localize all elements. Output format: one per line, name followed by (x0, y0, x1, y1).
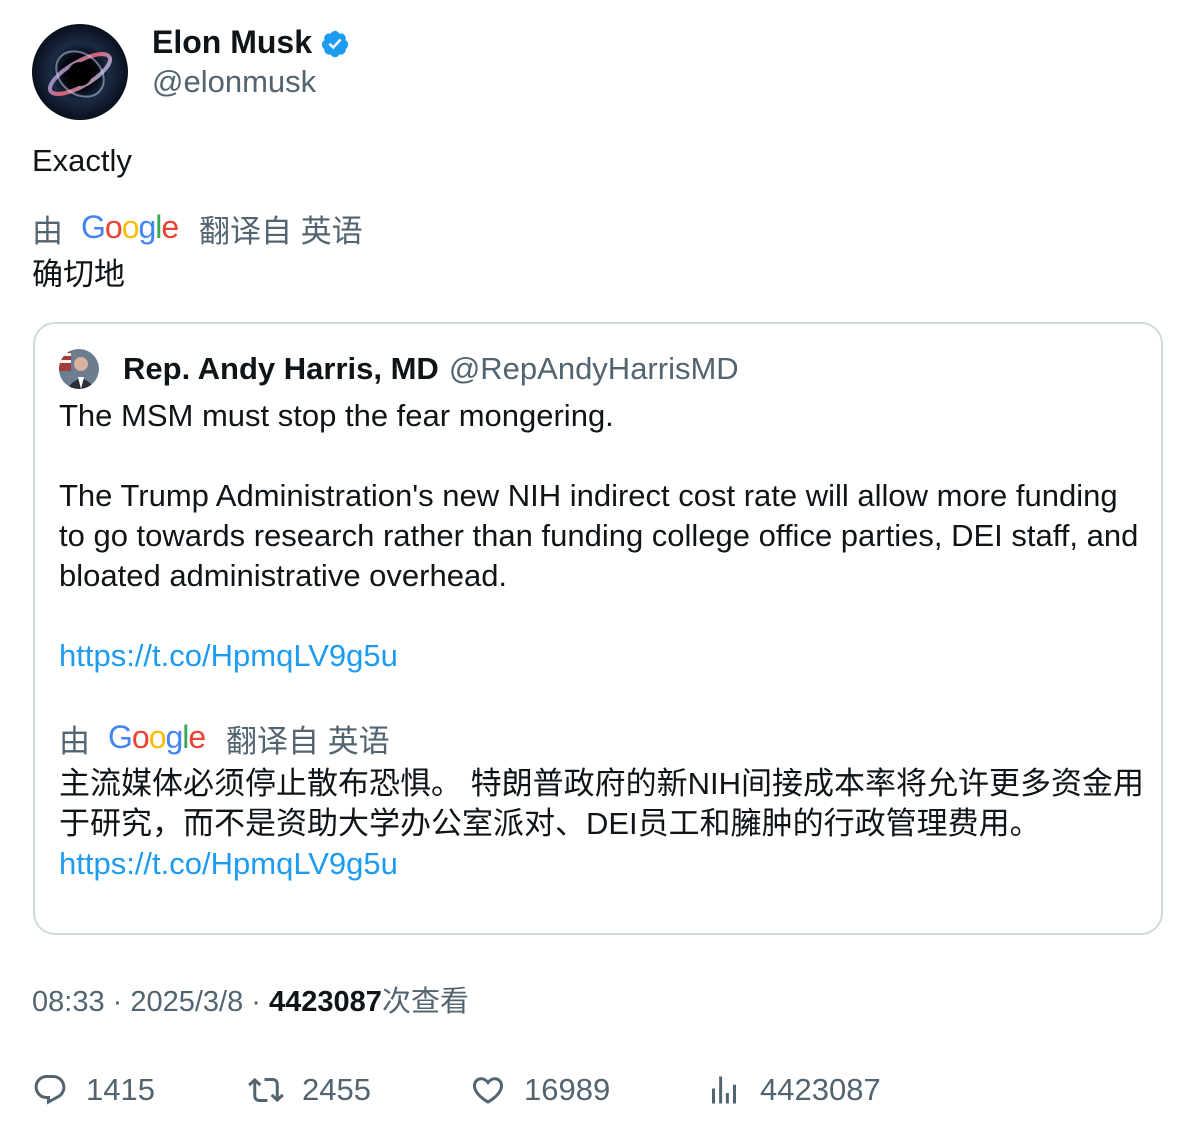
quoted-link[interactable]: https://t.co/HpmqLV9g5u (59, 636, 1139, 676)
quoted-translate-from-label[interactable]: 翻译自 英语 (226, 716, 390, 761)
quoted-tweet[interactable]: Rep. Andy Harris, MD @RepAndyHarrisMD Th… (33, 322, 1163, 935)
quoted-author-avatar (59, 349, 99, 389)
view-count-suffix: 次查看 (381, 986, 469, 1018)
tweet-date[interactable]: 2025/3/8 (130, 986, 243, 1018)
quoted-tweet-header: Rep. Andy Harris, MD @RepAndyHarrisMD (59, 348, 739, 390)
quoted-translated-link[interactable]: https://t.co/HpmqLV9g5u (59, 846, 398, 881)
tweet-text: Exactly (32, 143, 132, 178)
tweet-header: Elon Musk @elonmusk (32, 24, 350, 120)
quoted-line-2: The Trump Administration's new NIH indir… (59, 478, 1139, 593)
view-count: 4423087 (269, 986, 382, 1018)
svg-text:Google: Google (81, 211, 178, 245)
heart-icon (472, 1077, 504, 1104)
action-bar: 1415 2455 16989 4423087 (32, 1066, 1172, 1114)
retweet-icon (248, 1077, 284, 1103)
translate-by-label: 由 (32, 213, 63, 249)
google-logo-icon: Google (108, 721, 206, 755)
reply-button[interactable]: 1415 (32, 1066, 155, 1114)
like-count: 16989 (524, 1072, 611, 1107)
author-name[interactable]: Elon Musk (152, 24, 312, 60)
author-handle[interactable]: @elonmusk (152, 64, 350, 100)
quoted-translate-by-label: 由 (59, 723, 90, 759)
meta-separator: · (243, 986, 270, 1018)
quoted-author-handle: @RepAndyHarrisMD (448, 351, 739, 386)
views-button[interactable]: 4423087 (706, 1066, 881, 1114)
author-avatar[interactable] (32, 24, 128, 120)
translated-text: 确切地 (32, 257, 125, 292)
quoted-author-name: Rep. Andy Harris, MD (123, 351, 439, 386)
quoted-line-1: The MSM must stop the fear mongering. (59, 398, 614, 433)
quoted-tweet-text: The MSM must stop the fear mongering. Th… (59, 396, 1139, 676)
quoted-translated-body: 主流媒体必须停止散布恐惧。 特朗普政府的新NIH间接成本率将允许更多资金用于研究… (59, 766, 1144, 841)
tweet-meta: 08:33 · 2025/3/8 · 4423087次查看 (32, 982, 469, 1022)
analytics-icon (712, 1076, 736, 1104)
reply-count: 1415 (86, 1072, 155, 1107)
translate-from-label[interactable]: 翻译自 英语 (199, 206, 363, 251)
tweet-time[interactable]: 08:33 (32, 986, 105, 1018)
svg-text:Google: Google (108, 721, 205, 755)
like-button[interactable]: 16989 (470, 1066, 610, 1114)
retweet-count: 2455 (302, 1072, 371, 1107)
meta-separator: · (104, 986, 131, 1018)
quoted-translated-text: 主流媒体必须停止散布恐惧。 特朗普政府的新NIH间接成本率将允许更多资金用于研究… (59, 764, 1149, 884)
quoted-translation-attribution: 由 Google 翻译自 英语 (59, 716, 390, 761)
reply-icon (34, 1075, 66, 1105)
views-count: 4423087 (760, 1072, 881, 1107)
verified-badge-icon (321, 30, 349, 58)
retweet-button[interactable]: 2455 (248, 1066, 371, 1114)
translation-attribution: 由 Google 翻译自 英语 (32, 206, 363, 251)
google-logo-icon: Google (81, 211, 179, 245)
